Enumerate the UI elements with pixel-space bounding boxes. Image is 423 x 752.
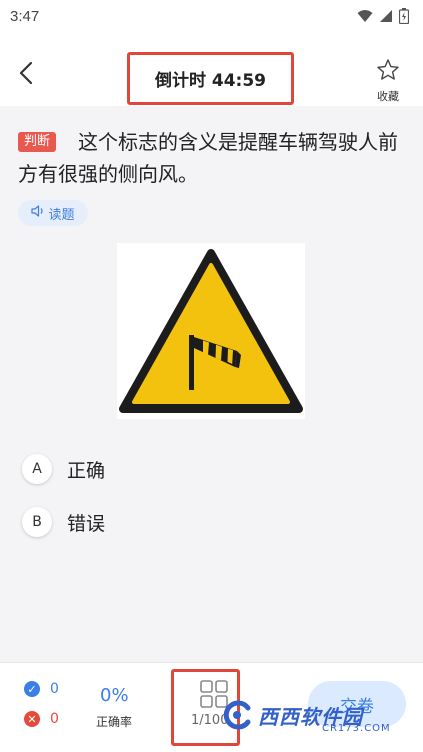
question-text-block: 判断 这个标志的含义是提醒车辆驾驶人前方有很强的侧向风。 [18, 126, 408, 190]
correct-count-row: ✓ 0 [24, 681, 59, 697]
option-b-text: 错误 [67, 512, 106, 535]
favorite-label: 收藏 [377, 90, 399, 103]
option-a-letter: A [22, 454, 52, 484]
correct-count: 0 [50, 681, 59, 697]
signal-icon [379, 9, 393, 23]
accuracy-label: 正确率 [95, 715, 132, 729]
status-bar: 3:47 [0, 0, 423, 32]
star-outline-icon [376, 58, 400, 86]
back-button[interactable] [12, 60, 40, 90]
cross-circle-icon: ✕ [24, 711, 40, 727]
chevron-left-icon [19, 61, 33, 89]
countdown-timer: 倒计时 44:59 [127, 52, 294, 105]
question-type-badge: 判断 [18, 132, 57, 152]
status-time: 3:47 [10, 7, 40, 25]
read-question-label: 读题 [48, 207, 75, 223]
submit-exam-label: 交卷 [340, 696, 374, 717]
option-b-letter: B [22, 507, 52, 537]
wifi-icon [357, 9, 373, 23]
option-a-text: 正确 [67, 459, 106, 482]
question-progress: 1/100 [191, 713, 229, 728]
check-circle-icon: ✓ [24, 681, 40, 697]
header: 倒计时 44:59 收藏 [0, 32, 423, 106]
question-navigator-button[interactable] [171, 669, 240, 746]
status-icons [357, 8, 409, 24]
bottom-bar: ✓ 0 ✕ 0 0% 正确率 1/100 交卷 西西软件园 CR173.COM [0, 662, 423, 752]
option-b[interactable]: B 错误 [22, 505, 322, 539]
question-text: 这个标志的含义是提醒车辆驾驶人前方有很强的侧向风。 [18, 130, 399, 186]
read-question-button[interactable]: 读题 [18, 200, 88, 226]
question-area: 判断 这个标志的含义是提醒车辆驾驶人前方有很强的侧向风。 读题 A 正确 B 错… [0, 106, 423, 662]
grid-icon [200, 680, 228, 712]
submit-exam-button[interactable]: 交卷 [308, 681, 406, 727]
favorite-button[interactable]: 收藏 [368, 58, 408, 104]
crosswind-warning-sign [117, 243, 305, 419]
speaker-icon [31, 205, 45, 221]
option-a[interactable]: A 正确 [22, 452, 322, 486]
battery-icon [399, 8, 409, 24]
accuracy-value: 0% [100, 685, 129, 706]
wrong-count: 0 [50, 711, 59, 727]
countdown-label: 倒计时 44:59 [154, 71, 267, 91]
wrong-count-row: ✕ 0 [24, 711, 59, 727]
